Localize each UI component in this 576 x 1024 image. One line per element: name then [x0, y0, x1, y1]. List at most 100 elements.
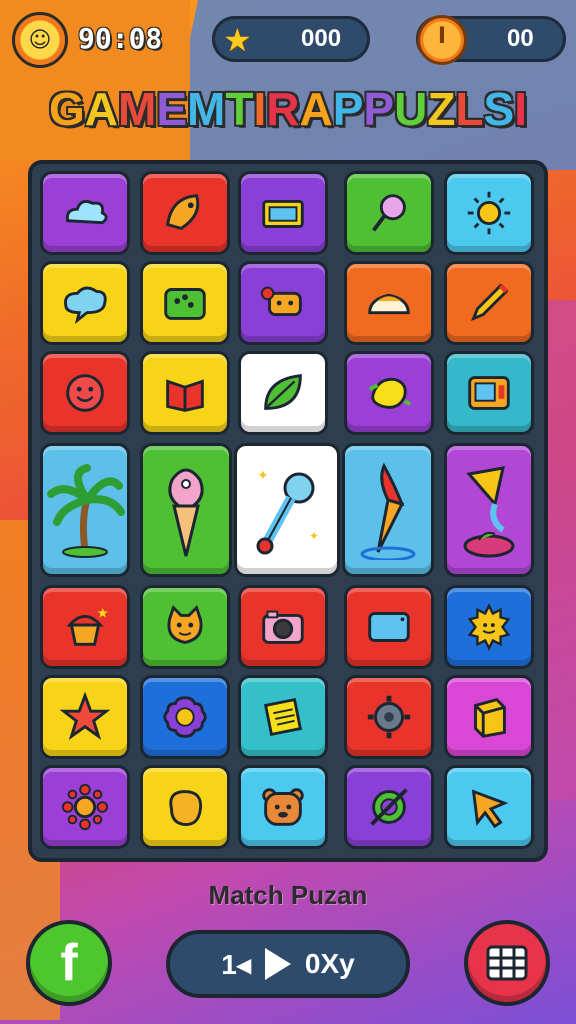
menu-button[interactable]	[464, 920, 550, 1006]
grid-menu-icon	[486, 945, 528, 981]
sun-face-icon	[467, 603, 511, 651]
tile-speech-cloud[interactable]	[40, 261, 130, 345]
toast-face-icon	[260, 286, 302, 317]
cube-icon	[474, 698, 506, 738]
tile-sun[interactable]	[444, 171, 534, 255]
tile-pencil[interactable]	[444, 261, 534, 345]
kite-icon	[463, 466, 515, 558]
note-icon	[263, 697, 303, 737]
smile-flower-icon	[61, 783, 109, 831]
tile-fish[interactable]	[140, 171, 230, 255]
domino-icon	[164, 288, 206, 320]
cat-face-icon	[167, 605, 203, 644]
tile-book[interactable]	[140, 351, 230, 435]
tablet-icon	[368, 612, 410, 642]
speech-cloud-icon	[64, 286, 107, 325]
game-title: GAMEMTIRAPPUZLSI	[0, 82, 576, 136]
title-letter: A	[84, 83, 118, 135]
tile-smile-ball[interactable]	[40, 351, 130, 435]
flower-face-icon	[163, 696, 207, 738]
title-letter: M	[118, 83, 157, 135]
lollipop-icon	[372, 194, 406, 232]
tile-bear-face[interactable]	[238, 765, 328, 849]
sun-logo-icon[interactable]: ☺	[12, 12, 68, 68]
book-icon	[166, 379, 204, 412]
title-letter: G	[48, 83, 85, 135]
cloud-icon	[65, 200, 108, 225]
svg-text:★: ★	[97, 605, 109, 621]
tile-lemon[interactable]	[344, 351, 434, 435]
tile-kite[interactable]	[444, 443, 534, 577]
torch-splash-icon	[360, 462, 416, 560]
tile-camera[interactable]	[238, 585, 328, 669]
muffin-icon: ★	[66, 605, 109, 646]
lemon-icon	[368, 377, 412, 409]
tile-palm-tree[interactable]	[40, 443, 130, 577]
timer-display: 90:08	[78, 22, 163, 55]
cursor-arrow-icon	[471, 789, 509, 829]
svg-text:✦: ✦	[257, 468, 269, 484]
fish-icon	[166, 194, 200, 230]
title-letter: I	[253, 83, 267, 135]
tile-flower-face[interactable]	[140, 675, 230, 759]
sun-icon	[467, 191, 511, 235]
tile-ice-cream[interactable]	[140, 443, 232, 577]
tile-gear[interactable]	[344, 675, 434, 759]
coin-count: 00	[507, 25, 534, 52]
tile-note[interactable]	[238, 675, 328, 759]
title-letter: M	[187, 83, 226, 135]
title-letter: Z	[427, 83, 456, 135]
planet-icon	[370, 788, 408, 826]
picture-card-icon	[262, 199, 304, 228]
star-icon	[59, 691, 111, 740]
tile-lollipop[interactable]	[344, 171, 434, 255]
tile-smile-flower[interactable]	[40, 765, 130, 849]
tile-domino[interactable]	[140, 261, 230, 345]
tile-paint-brush[interactable]: ✦ ✦	[234, 443, 340, 577]
title-letter: T	[225, 83, 254, 135]
tile-torch-splash[interactable]	[342, 443, 434, 577]
footer-caption: Match Puzan	[208, 880, 368, 910]
ice-cream-icon	[168, 468, 204, 557]
title-letter: I	[514, 83, 527, 135]
play-icon	[264, 948, 291, 980]
star-icon: ★	[223, 21, 252, 59]
tile-planet[interactable]	[344, 765, 434, 849]
smile-ball-icon	[66, 374, 104, 412]
facebook-button[interactable]: f	[26, 920, 112, 1006]
star-count: 000	[301, 25, 342, 52]
tile-bean[interactable]	[140, 765, 230, 849]
palm-tree-icon	[47, 464, 125, 558]
tile-cake[interactable]	[344, 261, 434, 345]
tile-cursor-arrow[interactable]	[444, 765, 534, 849]
title-letter: L	[455, 83, 484, 135]
tile-toast-face[interactable]	[238, 261, 328, 345]
coin-icon: I	[417, 15, 467, 65]
tile-cat-face[interactable]	[140, 585, 230, 669]
cake-icon	[368, 293, 410, 315]
tile-gadget[interactable]	[444, 351, 534, 435]
gear-icon	[367, 695, 411, 739]
paint-brush-icon: ✦✦	[256, 468, 319, 555]
coin-counter: I 00	[416, 15, 566, 65]
tile-cloud[interactable]	[40, 171, 130, 255]
tile-tablet[interactable]	[344, 585, 434, 669]
tile-cube[interactable]	[444, 675, 534, 759]
tile-leaf[interactable]	[238, 351, 328, 435]
play-left-label: 1◂	[221, 948, 251, 980]
tile-muffin[interactable]: ★	[40, 585, 130, 669]
title-letter: U	[394, 83, 428, 135]
title-letter: E	[156, 83, 188, 135]
title-letter: R	[266, 83, 300, 135]
play-button[interactable]: 1◂ 0Xy	[166, 930, 410, 998]
camera-icon	[262, 610, 304, 644]
title-letter: P	[363, 83, 395, 135]
title-letter: P	[332, 83, 364, 135]
bear-face-icon	[262, 788, 304, 826]
bean-icon	[169, 790, 203, 826]
title-letter: S	[483, 83, 515, 135]
tile-star[interactable]	[40, 675, 130, 759]
gadget-icon	[468, 376, 510, 410]
tile-sun-face[interactable]	[444, 585, 534, 669]
tile-picture-card[interactable]	[238, 171, 328, 255]
